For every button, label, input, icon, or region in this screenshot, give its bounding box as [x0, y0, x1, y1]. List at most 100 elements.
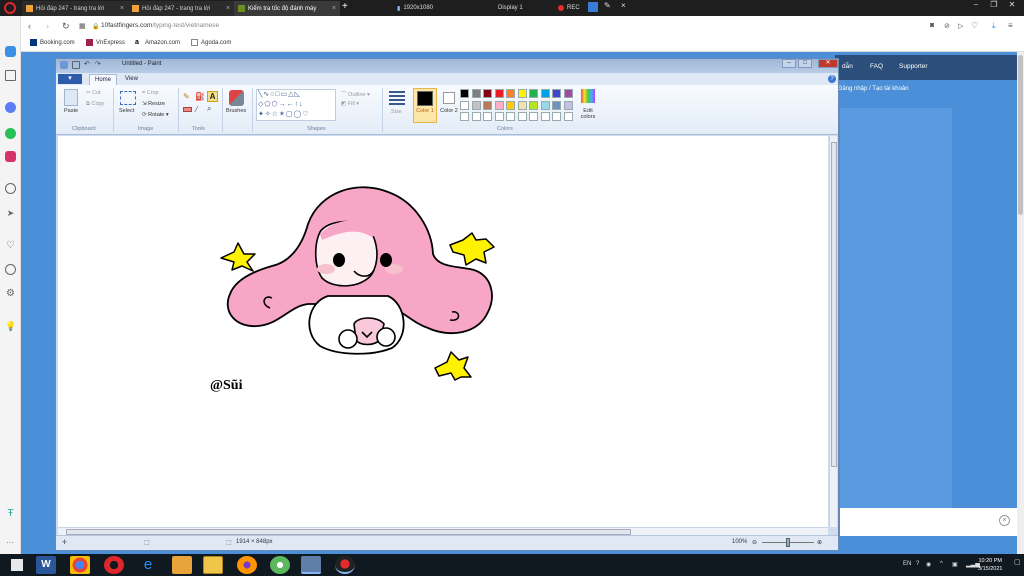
rotate-button[interactable]: ⟳ Rotate ▾: [142, 112, 169, 118]
palette-swatch[interactable]: [529, 100, 538, 110]
history-icon[interactable]: [5, 264, 16, 275]
page-scrollbar[interactable]: [1017, 52, 1024, 554]
send-icon[interactable]: ➤: [5, 208, 16, 219]
start-windows-icon[interactable]: [11, 559, 23, 571]
taskbar-clock[interactable]: 10:20 PM 3/15/2021: [978, 557, 1002, 573]
palette-swatch[interactable]: [563, 89, 573, 98]
paint-taskbar-icon[interactable]: [301, 556, 321, 574]
zoom-out-icon[interactable]: ⊖: [752, 539, 757, 546]
fill-button[interactable]: ◩ Fill ▾: [341, 101, 359, 107]
site-nav-guide[interactable]: dẫn: [842, 63, 853, 70]
eraser-icon[interactable]: [183, 107, 192, 112]
file-explorer-taskbar-icon[interactable]: [203, 556, 223, 574]
language-indicator[interactable]: EN: [903, 561, 911, 567]
home-icon[interactable]: [5, 46, 16, 57]
settings-icon[interactable]: ⚙: [5, 288, 16, 299]
palette-swatch[interactable]: [552, 89, 561, 98]
text-tool-icon[interactable]: A: [207, 91, 218, 102]
easy-setup-icon[interactable]: ≡: [1008, 21, 1013, 30]
paint-close-button[interactable]: ✕: [818, 59, 838, 68]
bookmark-vnexpress[interactable]: VnExpress: [86, 39, 125, 46]
adblock-icon[interactable]: ⊘: [944, 22, 950, 30]
bookmark-agoda[interactable]: Agoda.com: [191, 39, 231, 46]
palette-swatch[interactable]: [471, 112, 481, 121]
shapes-gallery[interactable]: ╲∿○□▭△◺ ◇⬠⬡→←↑↓ ✦✧☆✶▢◯♡: [256, 89, 336, 121]
magnifier-icon[interactable]: ⌕: [207, 104, 211, 114]
close-window-icon[interactable]: ✕: [1004, 0, 1020, 12]
url-input[interactable]: 10fastfingers.com/typing-test/vietnamese: [101, 22, 219, 29]
zoom-in-icon[interactable]: ⊕: [817, 539, 822, 546]
palette-swatch[interactable]: [517, 89, 527, 98]
lightbulb-icon[interactable]: 💡: [5, 321, 16, 332]
word-taskbar-icon[interactable]: W: [36, 556, 56, 574]
outline-button[interactable]: ⌒ Outline ▾: [341, 90, 370, 98]
speed-dial-icon[interactable]: [5, 70, 16, 81]
edit-colors-button[interactable]: Edit colors: [578, 108, 598, 120]
palette-swatch[interactable]: [563, 112, 573, 121]
player-icon[interactable]: [5, 183, 16, 194]
bookmark-amazon[interactable]: a Amazon.com: [135, 39, 180, 46]
palette-swatch[interactable]: [506, 112, 515, 121]
file-menu-button[interactable]: ▾: [58, 74, 82, 84]
palette-swatch[interactable]: [483, 112, 492, 121]
fill-bucket-icon[interactable]: ⛽: [195, 92, 205, 101]
tray-icon[interactable]: ◉: [926, 561, 931, 568]
palette-swatch[interactable]: [563, 100, 573, 110]
forward-icon[interactable]: ›: [46, 21, 49, 31]
brushes-button[interactable]: Brushes: [226, 108, 246, 114]
resize-button[interactable]: ⇲ Resize: [142, 101, 165, 107]
recorder-square-icon[interactable]: [588, 2, 598, 12]
notifications-icon[interactable]: ▢: [1014, 558, 1024, 572]
color-picker-icon[interactable]: ⁄: [196, 105, 197, 114]
back-icon[interactable]: ‹: [28, 21, 31, 31]
more-icon[interactable]: ···: [6, 538, 14, 547]
close-tab-icon[interactable]: ×: [226, 5, 230, 12]
recorder-rec-button[interactable]: REC: [558, 2, 580, 14]
palette-swatch[interactable]: [552, 112, 561, 121]
camera-icon[interactable]: ◙: [930, 22, 934, 29]
opera-taskbar-icon[interactable]: [104, 556, 124, 574]
bookmark-booking[interactable]: Booking.com: [30, 39, 75, 46]
paint-minimize-button[interactable]: –: [782, 59, 796, 68]
recorder-taskbar-icon[interactable]: [335, 556, 355, 574]
opera-menu-icon[interactable]: [4, 2, 16, 14]
recorder-resolution[interactable]: ▮ 1920x1080: [397, 2, 433, 14]
download-icon[interactable]: ⤓: [992, 21, 996, 31]
palette-swatch[interactable]: [529, 112, 538, 121]
palette-swatch[interactable]: [494, 89, 504, 98]
edit-colors-icon[interactable]: [581, 89, 595, 103]
reload-icon[interactable]: ↻: [62, 21, 70, 32]
size-icon[interactable]: [389, 91, 405, 105]
copy-button[interactable]: ⧉ Copy: [86, 101, 104, 108]
select-icon[interactable]: [120, 91, 136, 105]
canvas-vertical-scrollbar[interactable]: [829, 136, 837, 527]
play-icon[interactable]: ▷: [958, 22, 963, 30]
vscroll-thumb[interactable]: [831, 142, 837, 467]
new-tab-button[interactable]: +: [342, 1, 348, 12]
ad-close-icon[interactable]: ×: [999, 515, 1010, 526]
messenger-icon[interactable]: [5, 102, 16, 113]
palette-swatch[interactable]: [460, 100, 469, 110]
palette-swatch[interactable]: [471, 89, 481, 98]
undo-icon[interactable]: ↶: [84, 60, 90, 68]
instagram-icon[interactable]: [5, 151, 16, 162]
firefox-taskbar-icon[interactable]: [237, 556, 257, 574]
chrome-taskbar-icon[interactable]: [70, 556, 90, 574]
palette-swatch[interactable]: [506, 100, 515, 110]
site-nav-faq[interactable]: FAQ: [870, 63, 883, 70]
drawing-canvas[interactable]: @Sũi: [58, 136, 828, 527]
heart-icon[interactable]: ♡: [5, 240, 16, 251]
tab-home[interactable]: Home: [89, 74, 118, 85]
cut-button[interactable]: ✂ Cut: [86, 90, 101, 96]
help-tray-icon[interactable]: ?: [916, 561, 919, 567]
palette-swatch[interactable]: [529, 89, 538, 98]
save-icon[interactable]: [72, 61, 80, 69]
palette-swatch[interactable]: [506, 89, 515, 98]
help-icon[interactable]: ?: [828, 75, 836, 83]
palette-swatch[interactable]: [540, 89, 550, 98]
minimize-icon[interactable]: –: [968, 0, 984, 12]
media-player-taskbar-icon[interactable]: [172, 556, 192, 574]
palette-swatch[interactable]: [540, 100, 550, 110]
redo-icon[interactable]: ↷: [95, 60, 101, 68]
speed-dial-grid-icon[interactable]: ▦: [79, 22, 86, 30]
